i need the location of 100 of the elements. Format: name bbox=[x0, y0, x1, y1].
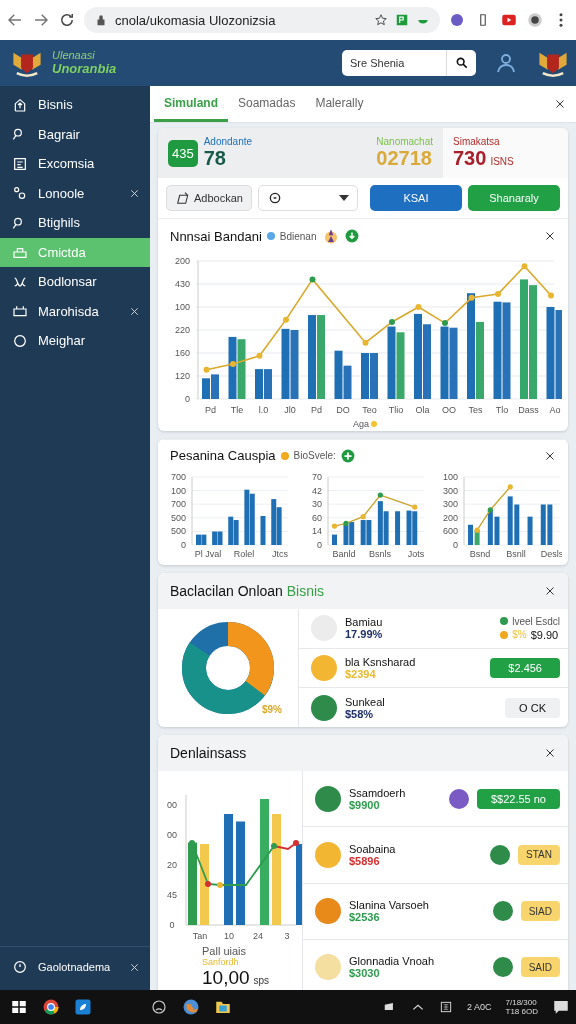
close-icon[interactable] bbox=[544, 747, 556, 759]
sidebar-item[interactable]: Bagrair bbox=[0, 119, 150, 149]
notification-icon[interactable] bbox=[552, 998, 570, 1016]
item-name: Bamiau bbox=[345, 616, 383, 629]
axis-label: 500 bbox=[170, 512, 186, 523]
link-icon bbox=[12, 185, 28, 202]
sidebar-item[interactable]: Gaolotnadema bbox=[0, 952, 150, 982]
close-icon[interactable] bbox=[554, 98, 566, 110]
legend-amount: $9.90 bbox=[530, 628, 559, 641]
tag-button[interactable]: SIAD bbox=[520, 901, 560, 922]
status-icon bbox=[448, 788, 469, 809]
browser-icon[interactable] bbox=[42, 998, 60, 1016]
axis-label: Pl Jval bbox=[194, 549, 222, 559]
item-value: $2394 bbox=[345, 668, 377, 680]
keyboard-icon[interactable] bbox=[439, 1000, 453, 1014]
profile-icon[interactable] bbox=[526, 11, 544, 29]
axis-label: 700 bbox=[170, 499, 186, 510]
axis-label: 430 bbox=[174, 279, 190, 289]
total-unit: sps bbox=[253, 975, 270, 986]
stat-unit: ISNS bbox=[490, 156, 514, 167]
filter-button[interactable]: Adbockan bbox=[166, 185, 252, 211]
data-point bbox=[415, 304, 422, 310]
face-icon[interactable] bbox=[150, 998, 168, 1016]
sidebar-item[interactable]: Btighils bbox=[0, 208, 150, 238]
data-point bbox=[468, 294, 475, 301]
axis-label: Banld bbox=[332, 549, 356, 559]
data-point bbox=[331, 523, 338, 529]
legend-label: Bdienan bbox=[279, 230, 317, 242]
data-point bbox=[217, 882, 223, 888]
axis-label: 100 bbox=[174, 302, 190, 312]
axis-label: 200 bbox=[174, 256, 190, 266]
sidebar-item[interactable]: Excomsia bbox=[0, 149, 150, 179]
avatar-icon bbox=[315, 954, 341, 981]
axis-label: Ao bbox=[549, 405, 561, 415]
reload-icon[interactable] bbox=[58, 11, 76, 29]
sidebar-item[interactable]: Bisnis bbox=[0, 90, 150, 120]
data-point bbox=[521, 263, 528, 270]
close-icon[interactable] bbox=[129, 305, 140, 317]
globe-icon[interactable] bbox=[182, 998, 200, 1016]
sidebar-item[interactable]: Meighar bbox=[0, 326, 150, 356]
axis-label: 0 bbox=[181, 540, 186, 550]
search-button[interactable] bbox=[446, 50, 476, 76]
add-icon[interactable] bbox=[340, 448, 355, 463]
action-button[interactable]: KSAI bbox=[369, 185, 462, 211]
close-icon[interactable] bbox=[129, 961, 140, 973]
tag-button[interactable]: STAN bbox=[518, 844, 560, 865]
item-name: Sunkeal bbox=[345, 695, 385, 708]
data-point bbox=[360, 514, 366, 520]
item-name: bla Ksnsharad bbox=[345, 656, 416, 668]
data-point bbox=[293, 840, 299, 846]
tab[interactable]: Soamadas bbox=[228, 86, 306, 122]
axis-label: 0 bbox=[169, 920, 175, 930]
data-point bbox=[507, 484, 513, 490]
close-icon[interactable] bbox=[544, 230, 556, 242]
close-icon[interactable] bbox=[129, 187, 140, 199]
data-point bbox=[487, 507, 493, 513]
app-icon[interactable] bbox=[74, 998, 92, 1016]
axis-label: 3 bbox=[284, 931, 290, 941]
avatar-icon bbox=[311, 694, 337, 721]
legend-label: BioSvele: bbox=[293, 450, 336, 461]
data-point bbox=[205, 881, 211, 887]
download-icon[interactable] bbox=[344, 229, 359, 243]
dropdown[interactable] bbox=[257, 185, 358, 211]
tag-button[interactable]: SAID bbox=[520, 957, 560, 978]
axis-label: Tes bbox=[468, 405, 483, 415]
bar bbox=[395, 511, 401, 545]
axis-label: Ola bbox=[415, 405, 430, 415]
forward-icon[interactable] bbox=[32, 11, 50, 29]
data-point bbox=[343, 520, 349, 526]
axis-label: Tle bbox=[230, 405, 244, 415]
extension-icon[interactable] bbox=[395, 13, 409, 27]
sidebar-item[interactable]: Lonoole bbox=[0, 178, 150, 208]
user-icon[interactable] bbox=[494, 51, 518, 75]
axis-label: Tan bbox=[192, 931, 208, 941]
bar bbox=[449, 327, 458, 399]
ok-button[interactable]: O CK bbox=[505, 697, 560, 718]
axis-label: Bsnd bbox=[469, 549, 491, 559]
start-icon[interactable] bbox=[10, 998, 28, 1016]
sidebar-item[interactable]: Marohisda bbox=[0, 296, 150, 326]
search-field[interactable]: Sre Shenia bbox=[342, 50, 446, 76]
logo-text: Ulenaasi bbox=[52, 50, 96, 62]
axis-label: 00 bbox=[167, 800, 177, 810]
card-title: Pesanina Causpia bbox=[170, 448, 276, 463]
sidebar-item[interactable]: Bodlonsar bbox=[0, 267, 150, 297]
data-point bbox=[256, 352, 263, 359]
bar bbox=[332, 534, 337, 545]
data-point bbox=[474, 527, 480, 533]
close-icon[interactable] bbox=[544, 585, 556, 597]
axis-label: Jots bbox=[407, 549, 425, 559]
trend-line bbox=[476, 486, 511, 531]
extension-icon[interactable] bbox=[448, 11, 466, 29]
close-icon[interactable] bbox=[544, 449, 556, 462]
data-point bbox=[189, 840, 195, 846]
tab[interactable]: Malerally bbox=[305, 86, 374, 122]
data-point bbox=[362, 339, 369, 346]
star-icon[interactable] bbox=[374, 13, 388, 27]
address-bar[interactable]: cnola/ukomasia Ulozonizsia bbox=[84, 7, 440, 33]
status-icon bbox=[490, 844, 511, 865]
back-icon[interactable] bbox=[6, 11, 24, 29]
upload-icon bbox=[12, 96, 28, 113]
